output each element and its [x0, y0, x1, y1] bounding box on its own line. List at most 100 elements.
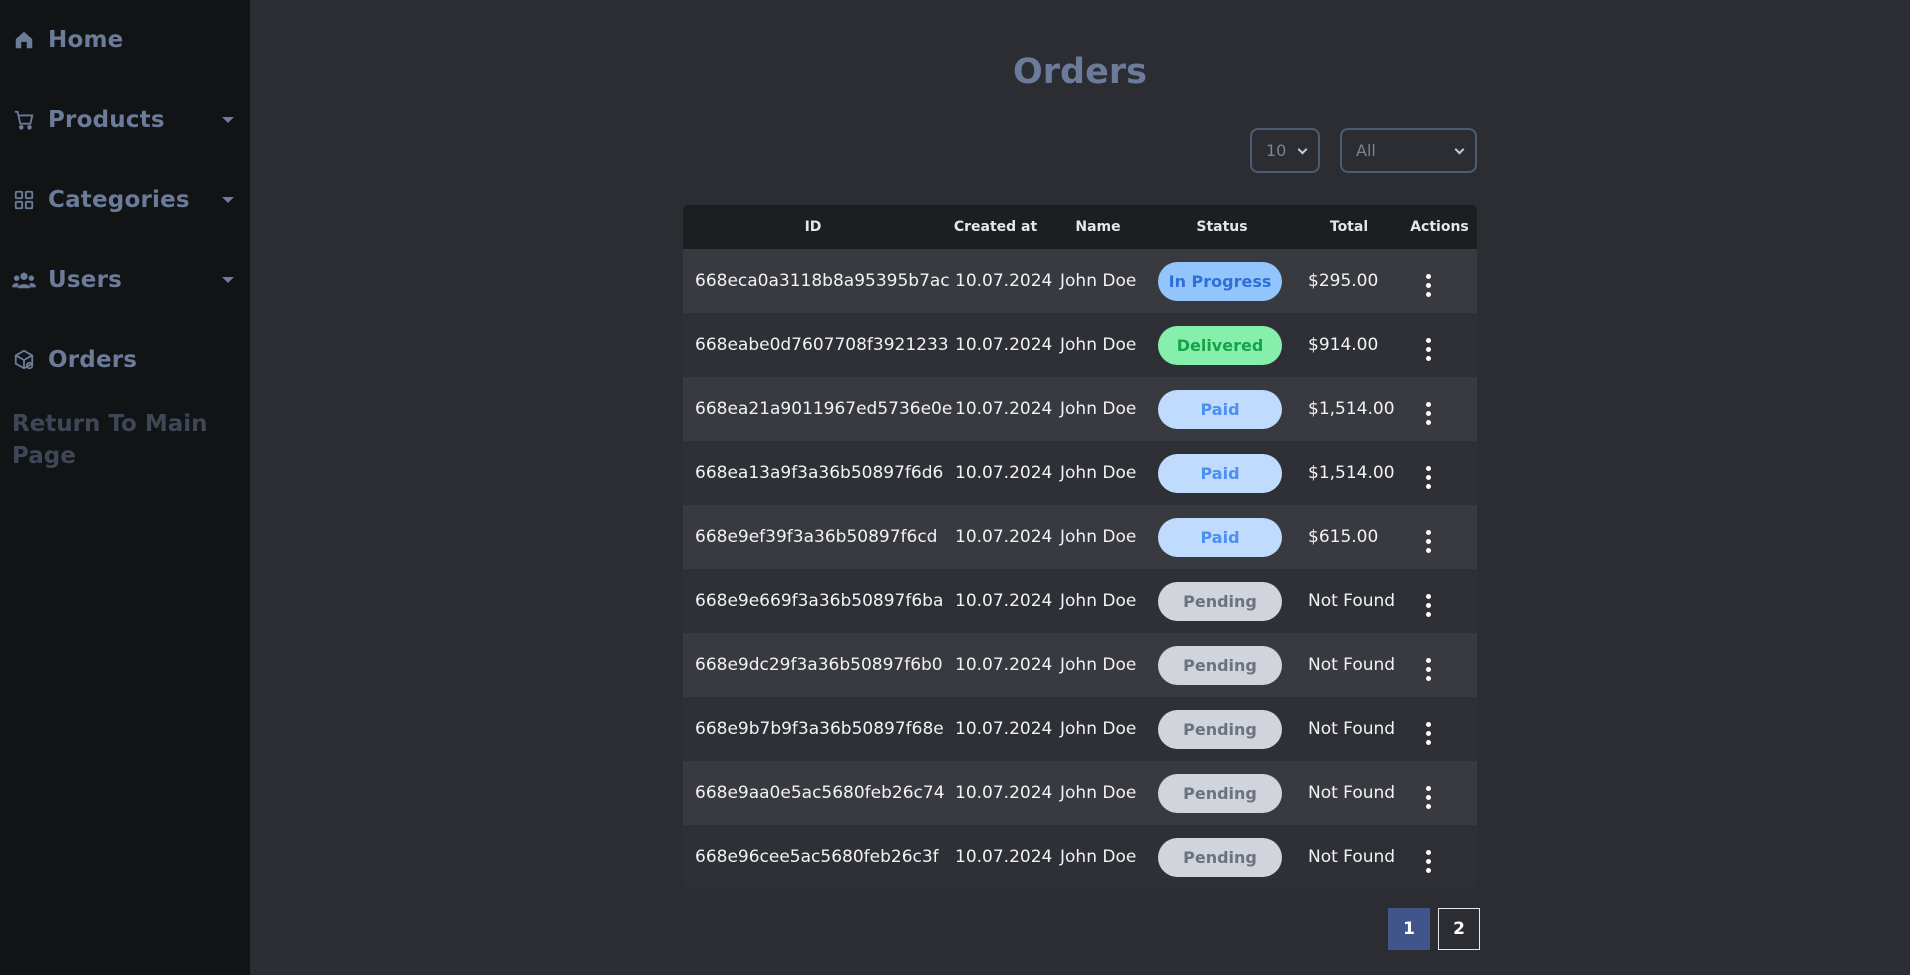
order-created: 10.07.2024: [955, 527, 1053, 547]
more-options-icon[interactable]: [1420, 400, 1437, 427]
order-total: Not Found: [1308, 591, 1396, 611]
order-actions-cell: [1402, 505, 1477, 569]
status-badge: Paid: [1158, 389, 1282, 429]
table-row: 668e9ef39f3a36b50897f6cd 10.07.2024 John D…: [683, 505, 1477, 569]
caret-down-icon: [222, 277, 234, 283]
order-name: John Doe: [1060, 591, 1137, 611]
sidebar-item-categories[interactable]: Categories: [12, 180, 234, 220]
status-badge: Pending: [1158, 581, 1282, 621]
order-created: 10.07.2024: [955, 719, 1053, 739]
status-filter-value: All: [1356, 141, 1376, 160]
more-options-icon[interactable]: [1420, 784, 1437, 811]
sidebar-item-label: Orders: [48, 347, 138, 373]
more-options-icon[interactable]: [1420, 592, 1437, 619]
sidebar-item-orders[interactable]: Orders: [12, 340, 234, 380]
page-button-1[interactable]: 1: [1388, 908, 1430, 950]
page-title: Orders: [1013, 52, 1147, 92]
order-actions-cell: [1402, 825, 1477, 889]
order-actions-cell: [1402, 697, 1477, 761]
order-id: 668ea21a9011967ed5736e0e: [695, 399, 953, 419]
orders-table: ID Created at Name Status Total Actions …: [683, 205, 1477, 889]
return-to-main-link[interactable]: Return To Main Page: [12, 408, 222, 472]
sidebar-item-users[interactable]: Users: [12, 260, 234, 300]
users-icon: [12, 268, 36, 292]
more-options-icon[interactable]: [1420, 848, 1437, 875]
more-options-icon[interactable]: [1420, 272, 1437, 299]
order-actions-cell: [1402, 761, 1477, 825]
order-actions-cell: [1402, 441, 1477, 505]
order-status-cell: Pending: [1148, 569, 1296, 633]
order-status-cell: Pending: [1148, 761, 1296, 825]
more-options-icon[interactable]: [1420, 720, 1437, 747]
order-name: John Doe: [1060, 527, 1137, 547]
table-row: 668ea13a9f3a36b50897f6d6 10.07.2024 John D…: [683, 441, 1477, 505]
status-badge: Paid: [1158, 517, 1282, 557]
page-size-value: 10: [1266, 141, 1287, 160]
table-row: 668e9b7b9f3a36b50897f68e 10.07.2024 John D…: [683, 697, 1477, 761]
more-options-icon[interactable]: [1420, 336, 1437, 363]
more-options-icon[interactable]: [1420, 528, 1437, 555]
table-row: 668eca0a3118b8a95395b7ac 10.07.2024 John D…: [683, 249, 1477, 313]
home-icon: [12, 28, 36, 52]
table-row: 668e9e669f3a36b50897f6ba 10.07.2024 John D…: [683, 569, 1477, 633]
sidebar-item-label: Products: [48, 107, 165, 133]
caret-down-icon: [222, 197, 234, 203]
order-created: 10.07.2024: [955, 591, 1053, 611]
column-header-total[interactable]: Total: [1296, 205, 1402, 249]
sidebar: Home Products Categories Users Orders Re…: [0, 0, 250, 975]
status-badge: Pending: [1158, 837, 1282, 877]
column-header-name[interactable]: Name: [1048, 205, 1148, 249]
order-actions-cell: [1402, 569, 1477, 633]
order-id: 668e96cee5ac5680feb26c3f: [695, 847, 939, 867]
sidebar-item-products[interactable]: Products: [12, 100, 234, 140]
status-badge: In Progress: [1158, 261, 1282, 301]
sidebar-item-label: Users: [48, 267, 122, 293]
order-id: 668ea13a9f3a36b50897f6d6: [695, 463, 944, 483]
column-header-created[interactable]: Created at: [943, 205, 1048, 249]
order-id: 668eca0a3118b8a95395b7ac: [695, 271, 950, 291]
order-total: $1,514.00: [1308, 399, 1395, 419]
order-created: 10.07.2024: [955, 655, 1053, 675]
table-row: 668e9aa0e5ac5680feb26c74 10.07.2024 John D…: [683, 761, 1477, 825]
order-created: 10.07.2024: [955, 271, 1053, 291]
order-created: 10.07.2024: [955, 783, 1053, 803]
order-id: 668e9e669f3a36b50897f6ba: [695, 591, 944, 611]
sidebar-item-label: Home: [48, 27, 124, 53]
order-name: John Doe: [1060, 271, 1137, 291]
chevron-down-icon: [1454, 144, 1465, 154]
table-row: 668eabe0d7607708f3921233 10.07.2024 John D…: [683, 313, 1477, 377]
more-options-icon[interactable]: [1420, 464, 1437, 491]
order-total: $615.00: [1308, 527, 1379, 547]
page-button-2[interactable]: 2: [1438, 908, 1480, 950]
order-id: 668eabe0d7607708f3921233: [695, 335, 949, 355]
order-status-cell: Delivered: [1148, 313, 1296, 377]
status-badge: Delivered: [1158, 325, 1282, 365]
more-options-icon[interactable]: [1420, 656, 1437, 683]
caret-down-icon: [222, 117, 234, 123]
order-status-cell: Pending: [1148, 825, 1296, 889]
pagination: 1 2: [1388, 908, 1480, 950]
order-status-cell: Paid: [1148, 377, 1296, 441]
order-id: 668e9ef39f3a36b50897f6cd: [695, 527, 938, 547]
order-status-cell: Paid: [1148, 441, 1296, 505]
order-id: 668e9b7b9f3a36b50897f68e: [695, 719, 944, 739]
status-badge: Pending: [1158, 773, 1282, 813]
order-id: 668e9aa0e5ac5680feb26c74: [695, 783, 945, 803]
sidebar-item-label: Categories: [48, 187, 190, 213]
order-name: John Doe: [1060, 335, 1137, 355]
order-total: $295.00: [1308, 271, 1379, 291]
column-header-status[interactable]: Status: [1148, 205, 1296, 249]
table-row: 668ea21a9011967ed5736e0e 10.07.2024 John D…: [683, 377, 1477, 441]
table-body: 668eca0a3118b8a95395b7ac 10.07.2024 John D…: [683, 249, 1477, 889]
sidebar-item-home[interactable]: Home: [12, 20, 234, 60]
order-name: John Doe: [1060, 847, 1137, 867]
order-total: Not Found: [1308, 655, 1396, 675]
order-created: 10.07.2024: [955, 847, 1053, 867]
column-header-id[interactable]: ID: [683, 205, 943, 249]
order-id: 668e9dc29f3a36b50897f6b0: [695, 655, 943, 675]
order-status-cell: In Progress: [1148, 249, 1296, 313]
page-size-select[interactable]: 10: [1250, 128, 1320, 173]
column-header-actions: Actions: [1410, 219, 1469, 235]
status-filter-select[interactable]: All: [1340, 128, 1477, 173]
table-row: 668e96cee5ac5680feb26c3f 10.07.2024 John D…: [683, 825, 1477, 889]
